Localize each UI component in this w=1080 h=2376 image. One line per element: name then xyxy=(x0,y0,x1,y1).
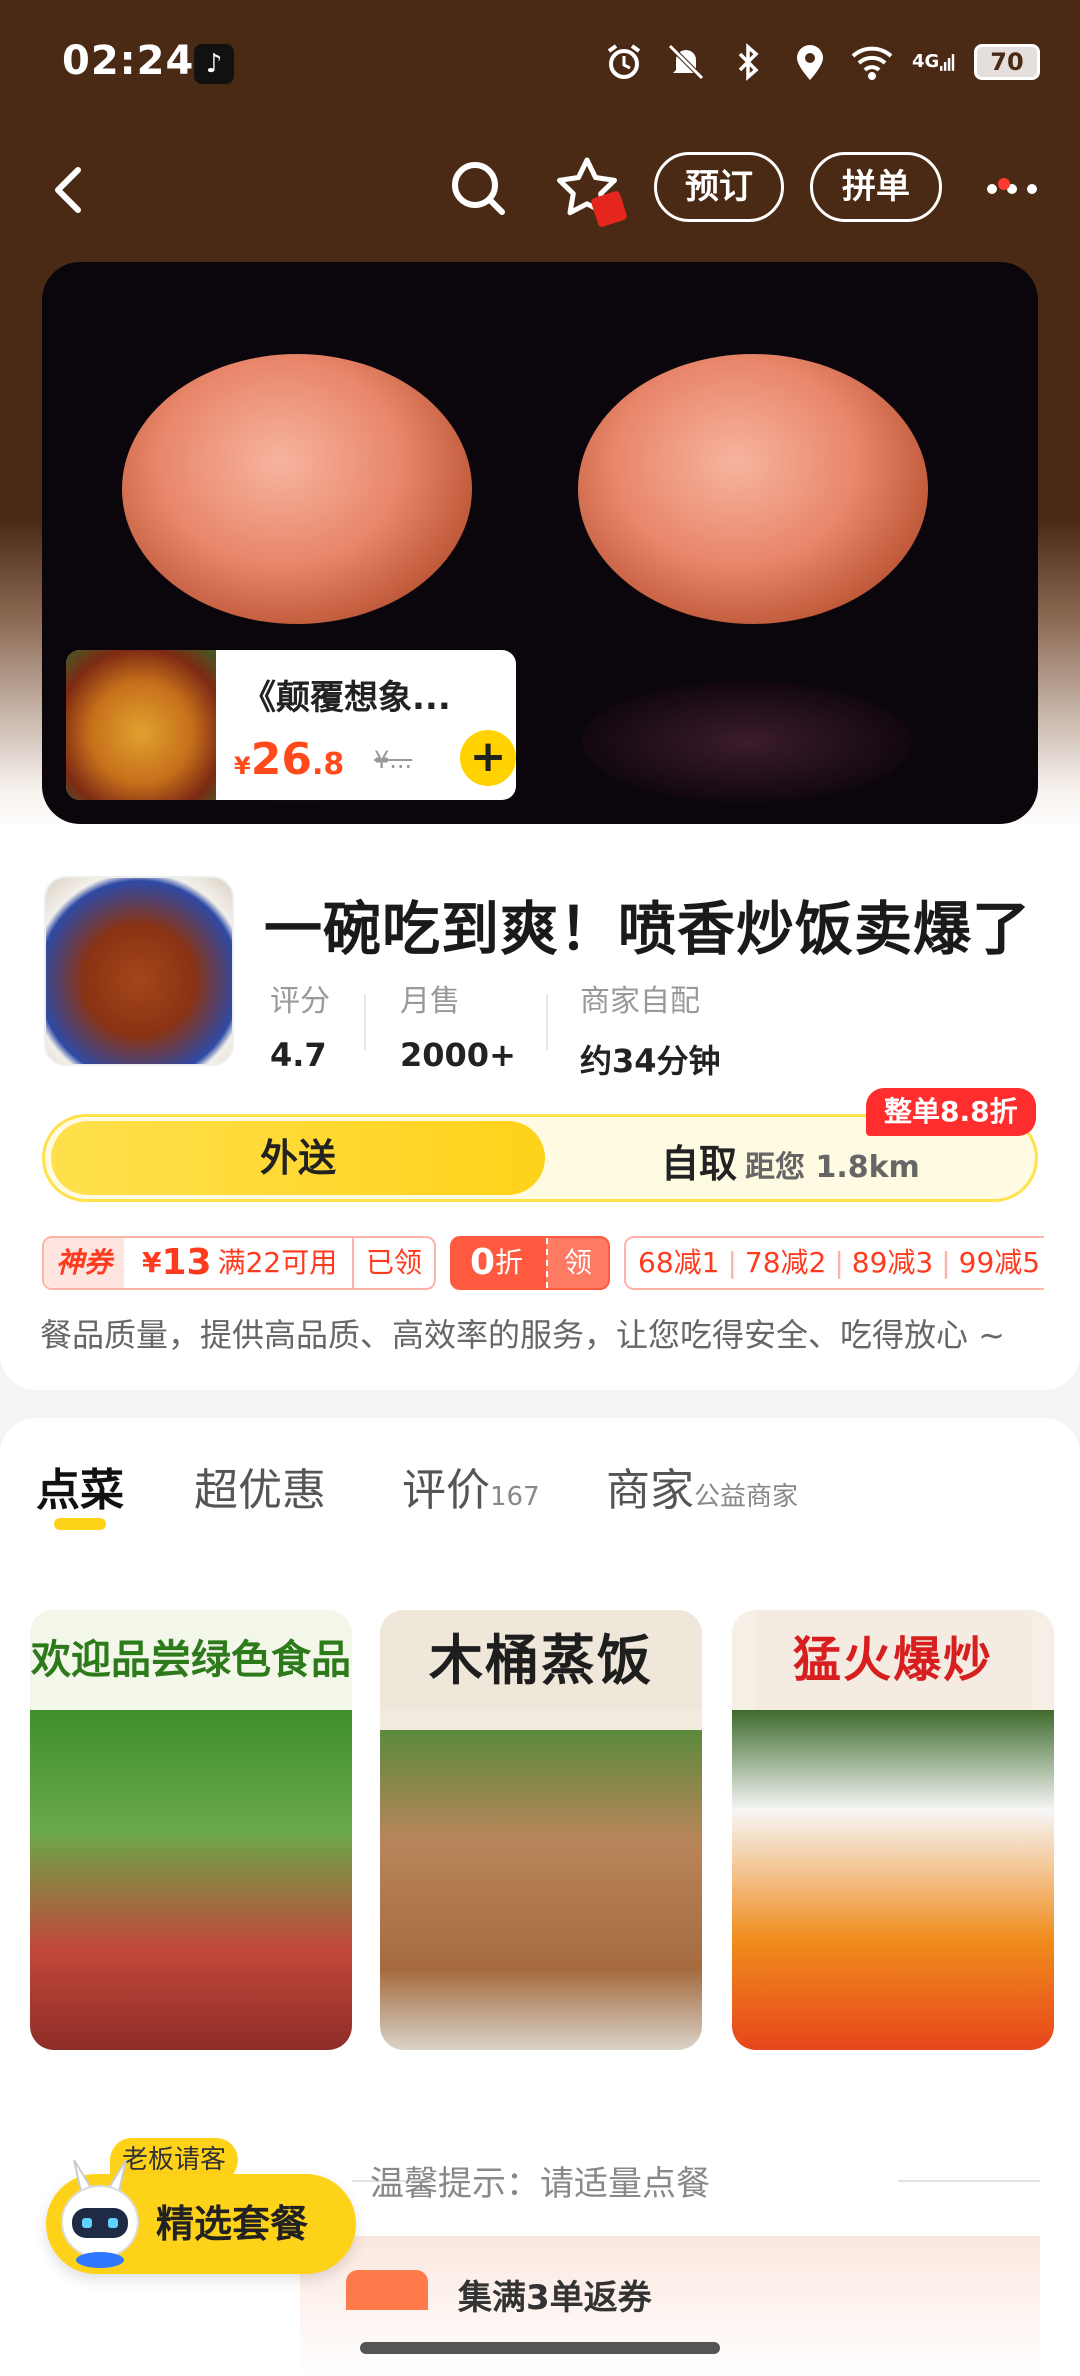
banner-stir-fry[interactable]: 猛火爆炒 xyxy=(732,1610,1054,2050)
robot-mascot-icon[interactable] xyxy=(52,2156,148,2268)
add-to-cart-button[interactable]: + xyxy=(460,730,516,786)
coupon-unit: 折 xyxy=(495,1246,524,1279)
mute-icon xyxy=(664,40,708,84)
stat-label: 商家自配 xyxy=(580,984,700,1019)
banner-title: 欢迎品尝绿色食品 xyxy=(30,1610,352,1710)
tab-deals[interactable]: 超优惠 xyxy=(194,1454,326,1518)
tab-label: 商家 xyxy=(606,1465,694,1516)
tab-reviews[interactable]: 评价167 xyxy=(402,1454,540,1518)
search-icon[interactable] xyxy=(446,156,510,220)
stat-monthly-sales: 月售 2000+ xyxy=(400,976,516,1074)
stat-label: 评分 xyxy=(270,984,330,1019)
god-coupon-tag: 神券 xyxy=(44,1238,125,1288)
coupon-currency: ¥ xyxy=(142,1246,162,1279)
divider xyxy=(546,994,548,1050)
coupon-tag-icon xyxy=(346,2270,428,2310)
banner-title: 木桶蒸饭 xyxy=(380,1610,702,1710)
status-bar: 02:24 ♪ 4G 70 xyxy=(0,0,1080,130)
shop-announcement[interactable]: 餐品质量，提供高品质、高效率的服务，让您吃得安全、吃得放心 ~ xyxy=(40,1310,1040,1356)
stat-value: 4.7 xyxy=(270,1036,327,1074)
merchant-tag: 公益商家 xyxy=(694,1482,799,1512)
reduction-tag: 99减5 xyxy=(958,1246,1041,1279)
zero-discount-coupon[interactable]: 0折 领 xyxy=(450,1236,610,1290)
alarm-icon xyxy=(602,40,646,84)
set-meal-label: 精选套餐 xyxy=(156,2202,309,2246)
notification-dot xyxy=(998,178,1010,190)
price-currency: ¥ xyxy=(234,752,251,780)
divider xyxy=(364,994,366,1050)
reduction-tag: 68减1 xyxy=(638,1246,720,1279)
status-icons: 4G 70 xyxy=(602,40,1040,84)
stat-rating: 评分 4.7 xyxy=(270,976,330,1074)
divider xyxy=(898,2180,1040,2182)
shop-name: 一碗吃到爽！喷香炒饭卖爆了 xyxy=(264,895,1032,963)
banner-green-food[interactable]: 欢迎品尝绿色食品 xyxy=(30,1610,352,2050)
banner-wooden-rice[interactable]: 木桶蒸饭 xyxy=(380,1610,702,2050)
discount-badge: 整单8.8折 xyxy=(866,1088,1036,1136)
pickup-distance: 距您 1.8km xyxy=(745,1150,920,1185)
favorite-star-icon[interactable] xyxy=(552,154,632,230)
return-coupon-text: 集满3单返券 xyxy=(458,2278,652,2318)
location-icon xyxy=(788,40,832,84)
tab-label: 评价 xyxy=(402,1465,490,1516)
battery-icon: 70 xyxy=(974,44,1040,80)
god-coupon[interactable]: 神券 ¥13 满22可用 已领 xyxy=(42,1236,436,1290)
network-type: 4G xyxy=(912,51,940,72)
pickup-label: 自取 xyxy=(661,1142,738,1186)
shop-info-card: 一碗吃到爽！喷香炒饭卖爆了 评分 4.7 月售 2000+ 商家自配 约34分钟… xyxy=(0,826,1080,1390)
reduction-tag: 89减3 xyxy=(851,1246,934,1279)
tab-merchant[interactable]: 商家公益商家 xyxy=(606,1454,798,1518)
top-nav: 预订 拼单 xyxy=(0,140,1080,240)
tab-order[interactable]: 点菜 xyxy=(36,1454,124,1518)
delivery-tab[interactable]: 外送 xyxy=(51,1121,545,1195)
reserve-button[interactable]: 预订 xyxy=(654,152,784,222)
home-indicator[interactable] xyxy=(360,2342,720,2354)
egg-image xyxy=(122,354,472,624)
price-integer: 26 xyxy=(250,734,312,785)
egg-image xyxy=(578,354,928,624)
bluetooth-icon xyxy=(726,40,770,84)
stat-label: 月售 xyxy=(400,984,460,1019)
group-order-button[interactable]: 拼单 xyxy=(810,152,942,222)
reduction-tags[interactable]: 68减1 | 78减2 | 89减3 | 99减5 xyxy=(624,1236,1044,1290)
shop-logo[interactable] xyxy=(44,876,234,1066)
coupon-rule: 满22可用 xyxy=(217,1246,338,1279)
banner-title: 猛火爆炒 xyxy=(754,1610,1032,1710)
coupon-status: 已领 xyxy=(351,1238,434,1288)
product-price: ¥26.8 xyxy=(234,734,344,785)
tab-label: 超优惠 xyxy=(194,1465,326,1516)
claim-button[interactable]: 领 xyxy=(545,1238,608,1288)
egg-reflection xyxy=(582,682,912,802)
pickup-tab[interactable]: 自取 距您 1.8km xyxy=(661,1133,920,1188)
fried-rice-thumbnail xyxy=(66,650,216,800)
video-product-card[interactable]: 《颠覆想象... ¥26.8 ¥... + xyxy=(66,650,516,800)
more-icon[interactable] xyxy=(982,164,1042,214)
reduction-tag: 78减2 xyxy=(744,1246,827,1279)
status-time: 02:24 xyxy=(62,38,195,84)
tiktok-notification-icon: ♪ xyxy=(194,44,234,84)
signal-icon: 4G xyxy=(912,40,956,84)
original-price: ¥... xyxy=(374,746,413,774)
coupon-value: 0 xyxy=(470,1242,496,1283)
wifi-icon xyxy=(850,40,894,84)
review-count: 167 xyxy=(490,1482,540,1512)
back-icon[interactable] xyxy=(42,162,98,218)
stat-value: 2000+ xyxy=(400,1036,516,1074)
product-title: 《颠覆想象... xyxy=(242,678,451,718)
tab-label: 点菜 xyxy=(36,1465,124,1516)
shop-video[interactable]: 《颠覆想象... ¥26.8 ¥... + xyxy=(42,262,1038,824)
stat-delivery-time: 商家自配 约34分钟 xyxy=(580,976,721,1082)
coupon-amount: 13 xyxy=(161,1242,212,1283)
stat-value: 约34分钟 xyxy=(580,1042,721,1080)
price-decimal: .8 xyxy=(311,747,345,782)
active-tab-indicator xyxy=(54,1518,106,1530)
